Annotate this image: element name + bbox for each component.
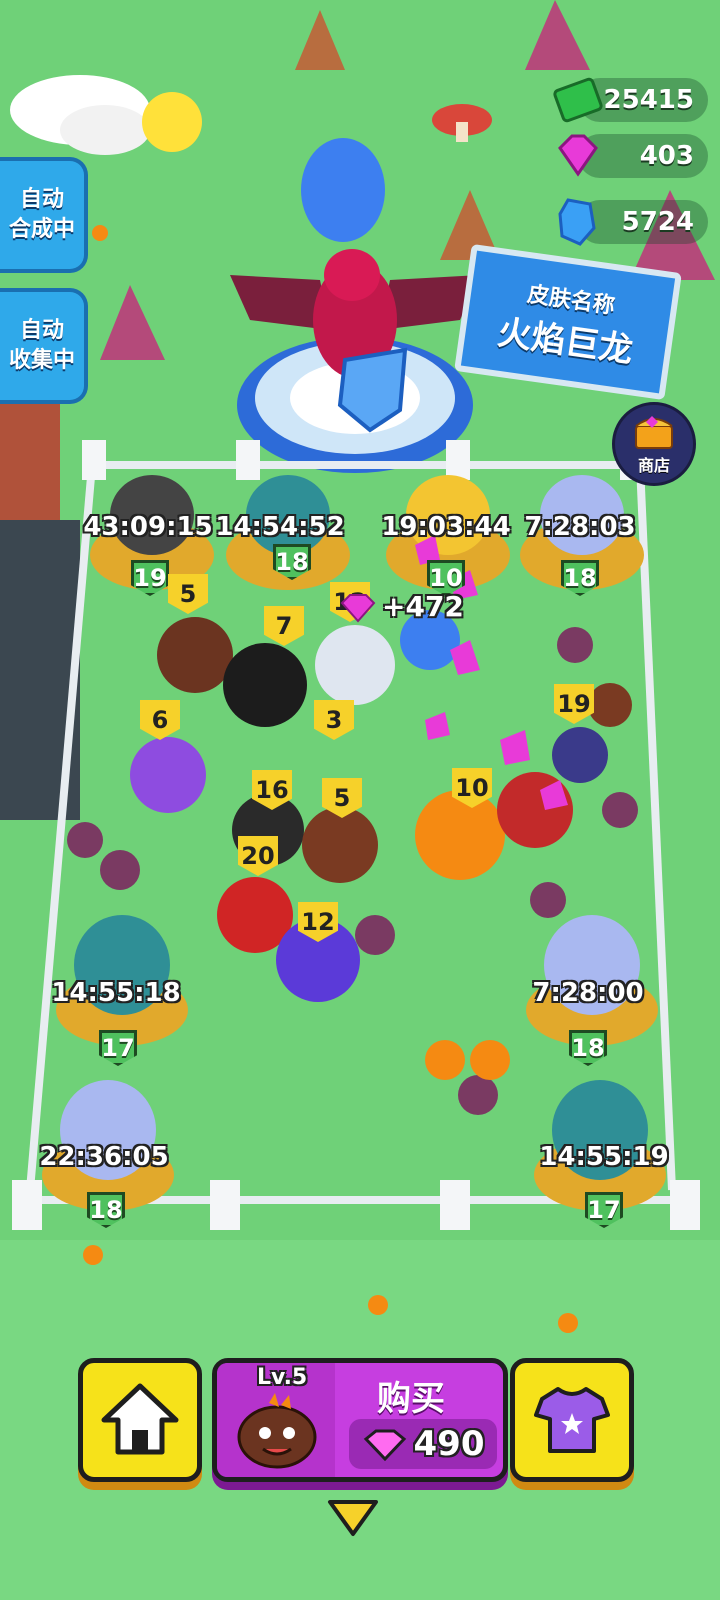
egg-timer: 14:55:19 bbox=[539, 1142, 669, 1172]
blue-crystal-icon bbox=[558, 198, 596, 246]
buy-price-box: 490 bbox=[349, 1419, 497, 1469]
chestnut-creature-icon bbox=[237, 1393, 317, 1469]
reward-amount: +472 bbox=[382, 590, 464, 623]
treasure-chest-icon bbox=[635, 416, 673, 449]
egg-timer: 19:03:44 bbox=[381, 512, 511, 542]
buy-level-label: Lv.5 bbox=[257, 1365, 308, 1390]
cash-value: 25415 bbox=[603, 85, 694, 115]
buy-creature-button[interactable]: Lv.5 购买 490 bbox=[212, 1358, 508, 1482]
home-icon bbox=[101, 1383, 179, 1455]
skin-name: 火焰巨龙 bbox=[495, 312, 636, 371]
buy-price: 490 bbox=[413, 1424, 485, 1464]
auto-merge-button[interactable]: 自动 合成中 bbox=[0, 157, 88, 273]
egg-timer: 14:54:52 bbox=[215, 512, 345, 542]
pink-gem-icon bbox=[340, 593, 376, 623]
crystal-value: 5724 bbox=[621, 207, 694, 237]
pink-gem-icon bbox=[363, 1429, 406, 1461]
gem-counter: 403 bbox=[558, 134, 708, 178]
expand-arrow-icon[interactable] bbox=[326, 1498, 380, 1538]
buy-label: 购买 bbox=[377, 1379, 445, 1419]
pink-gem-icon bbox=[558, 134, 598, 177]
cash-stack-icon bbox=[553, 77, 603, 123]
auto-merge-label-2: 合成中 bbox=[8, 217, 75, 242]
gem-value: 403 bbox=[639, 141, 694, 171]
tshirt-icon bbox=[534, 1387, 610, 1453]
auto-merge-label-1: 自动 bbox=[19, 187, 64, 212]
home-button[interactable] bbox=[78, 1358, 202, 1482]
skins-button[interactable] bbox=[510, 1358, 634, 1482]
shop-label: 商店 bbox=[637, 456, 670, 475]
shop-button[interactable]: 商店 bbox=[612, 402, 696, 486]
cash-counter: 25415 bbox=[553, 77, 708, 123]
egg-timer: 7:28:03 bbox=[524, 512, 636, 542]
auto-collect-label-2: 收集中 bbox=[8, 348, 75, 373]
egg-timer: 43:09:15 bbox=[83, 512, 213, 542]
auto-collect-button[interactable]: 自动 收集中 bbox=[0, 288, 88, 404]
egg-timer: 7:28:00 bbox=[532, 978, 644, 1008]
gem-reward-popup: +472 bbox=[338, 590, 464, 623]
crystal-counter: 5724 bbox=[558, 198, 708, 246]
auto-collect-label-1: 自动 bbox=[19, 318, 64, 343]
egg-timer: 22:36:05 bbox=[39, 1142, 169, 1172]
egg-timer: 14:55:18 bbox=[51, 978, 181, 1008]
